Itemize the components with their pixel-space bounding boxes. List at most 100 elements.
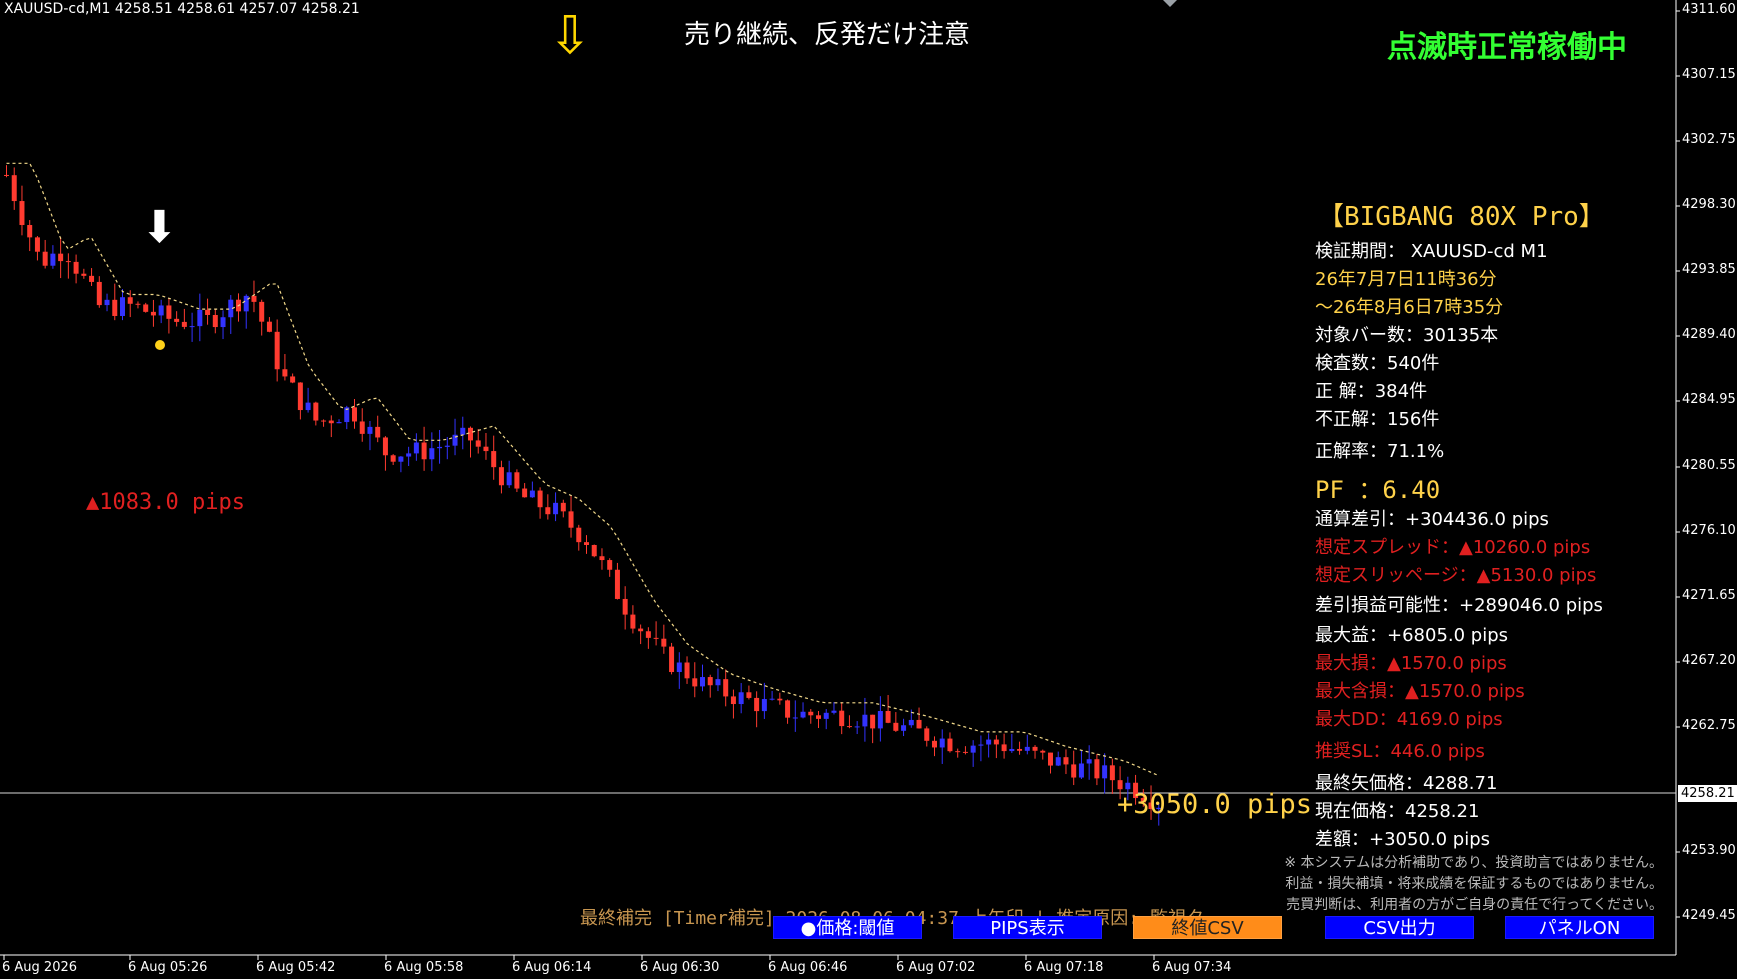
close-csv-button[interactable]: 終値CSV: [1133, 916, 1282, 939]
candle-body: [653, 637, 659, 639]
panel-row: 正 解：384件: [1315, 381, 1428, 402]
candle-body: [166, 305, 172, 319]
x-tick-label: 6 Aug 07:02: [896, 960, 976, 975]
pips-display-button[interactable]: PIPS表示: [953, 916, 1102, 939]
y-tick-label: 4293.85: [1682, 262, 1736, 277]
candle-body: [65, 261, 71, 263]
candle-body: [398, 456, 404, 462]
candle-body: [978, 744, 984, 746]
candle-body: [591, 544, 597, 557]
candle-body: [877, 711, 883, 729]
status-indicator: 点滅時正常稼働中: [1387, 30, 1627, 65]
candle-body: [746, 692, 752, 698]
panel-row: 正解率：71.1%: [1315, 441, 1445, 462]
candle-body: [197, 309, 203, 327]
candle-body: [1024, 746, 1030, 751]
panel-toggle-button[interactable]: パネルON: [1505, 916, 1654, 939]
current-price-tag: 4258.21: [1678, 785, 1737, 802]
candle-body: [34, 237, 40, 252]
candle-body: [568, 511, 574, 528]
candle-body: [73, 261, 79, 274]
notice-text: 売り継続、反発だけ注意: [684, 20, 971, 50]
panel-row: 検査数：540件: [1315, 353, 1440, 374]
candle-body: [205, 309, 211, 315]
candle-body: [4, 174, 9, 176]
panel-row: 現在価格：4258.21: [1315, 801, 1480, 822]
candle-body: [19, 201, 25, 226]
candle-body: [792, 717, 798, 719]
panel-row: 推奨SL：446.0 pips: [1315, 741, 1485, 762]
candle-body: [839, 710, 845, 727]
candle-body: [305, 402, 311, 411]
candle-body: [1102, 765, 1108, 779]
candle-body: [1094, 759, 1100, 779]
panel-row: 最大益：+6805.0 pips: [1315, 625, 1509, 646]
candle-body: [460, 427, 466, 435]
y-tick-label: 4249.45: [1682, 908, 1736, 923]
candle-body: [947, 738, 953, 752]
candle-body: [1040, 750, 1046, 753]
price-threshold-button[interactable]: ●価格:閾値: [773, 916, 922, 939]
candle-body: [1078, 763, 1084, 778]
x-tick-label: 6 Aug 05:58: [384, 960, 464, 975]
panel-title: 【BIGBANG 80X Pro】: [1318, 202, 1605, 232]
candle-body: [313, 402, 319, 421]
candle-body: [715, 679, 721, 686]
y-tick-label: 4311.60: [1682, 2, 1736, 17]
candle-body: [630, 614, 636, 629]
candle-body: [274, 331, 280, 370]
candle-body: [661, 638, 667, 647]
candle-body: [321, 420, 327, 422]
candle-body: [560, 502, 566, 512]
candle-body: [932, 740, 937, 748]
candle-body: [808, 711, 814, 716]
panel-row: 最大含損：▲1570.0 pips: [1315, 681, 1525, 702]
x-tick-label: 6 Aug 05:26: [128, 960, 208, 975]
symbol-header: XAUUSD-cd,M1 4258.51 4258.61 4257.07 425…: [4, 1, 360, 17]
candle-body: [1117, 780, 1123, 790]
panel-pf: PF ：6.40: [1315, 476, 1441, 504]
candle-body: [336, 422, 342, 424]
signal-dot: [155, 340, 165, 350]
candle-body: [707, 677, 713, 686]
candle-body: [468, 427, 473, 441]
candle-body: [437, 446, 443, 449]
candle-body: [181, 321, 187, 327]
candle-body: [885, 711, 891, 723]
candle-body: [212, 314, 218, 328]
candle-body: [11, 175, 17, 202]
panel-row: ～26年8月6日7時35分: [1315, 297, 1504, 318]
y-tick-label: 4284.95: [1682, 392, 1736, 407]
panel-row: 想定スリッページ：▲5130.0 pips: [1315, 565, 1597, 586]
panel-row: 対象バー数：30135本: [1315, 325, 1499, 346]
candle-body: [375, 426, 381, 438]
candle-body: [816, 715, 821, 719]
candle-body: [622, 598, 628, 615]
y-tick-label: 4271.65: [1682, 588, 1736, 603]
csv-export-button[interactable]: CSV出力: [1325, 916, 1474, 939]
candle-body: [669, 646, 675, 673]
candle-body: [429, 448, 435, 460]
candle-body: [1017, 748, 1023, 751]
candle-body: [769, 698, 775, 700]
panel-row: 差引損益可能性：+289046.0 pips: [1315, 595, 1603, 616]
candle-body: [761, 699, 767, 712]
candle-body: [1001, 744, 1007, 752]
candle-body: [483, 446, 489, 452]
candle-body: [723, 679, 729, 697]
candle-body: [684, 662, 690, 679]
candle-body: [359, 421, 365, 434]
panel-row: 不正解：156件: [1315, 409, 1440, 430]
candle-body: [367, 426, 373, 434]
candle-body: [576, 527, 582, 543]
disclaimer-line-3: 売買判断は、利用者の方がご自身の責任で行ってください。: [1286, 897, 1663, 913]
candle-body: [553, 502, 559, 515]
panel-row: 検証期間： XAUUSD-cd M1: [1315, 241, 1548, 262]
candle-body: [893, 722, 899, 731]
candle-body: [545, 507, 551, 515]
candle-body: [506, 472, 512, 486]
panel-row: 通算差引：+304436.0 pips: [1315, 509, 1549, 530]
candle-body: [1055, 757, 1061, 766]
y-tick-label: 4302.75: [1682, 132, 1736, 147]
candle-body: [785, 700, 791, 718]
